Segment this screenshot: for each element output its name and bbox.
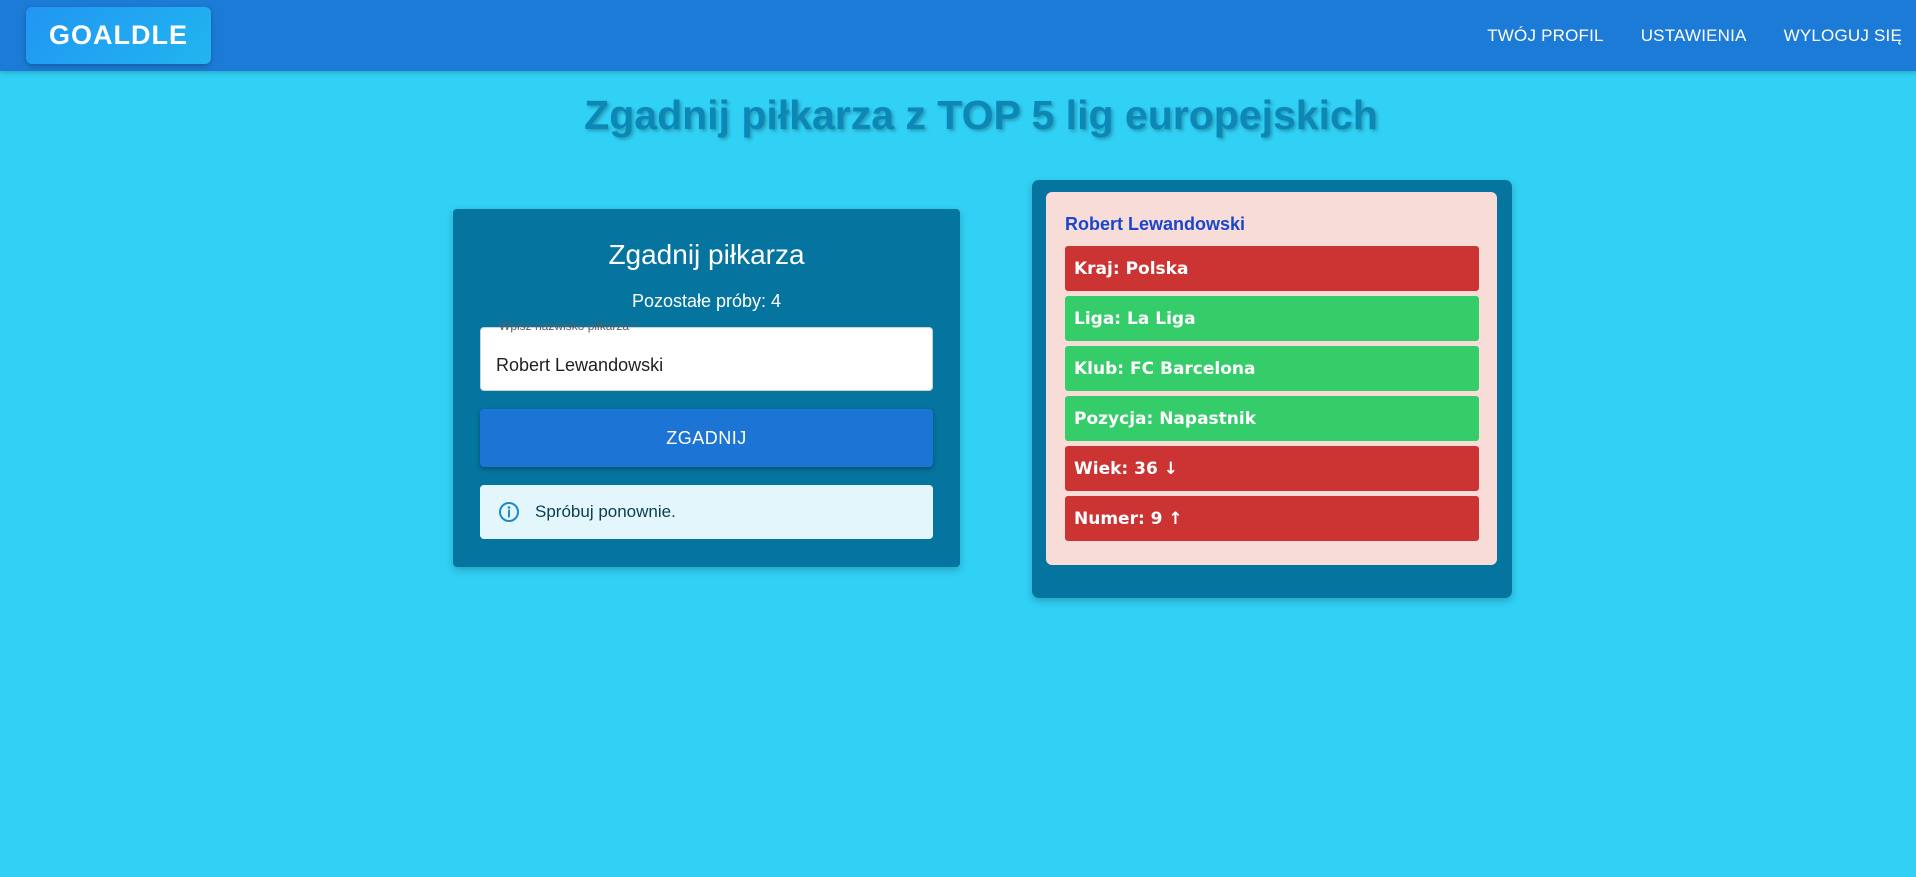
nav-logout-link[interactable]: WYLOGUJ SIĘ bbox=[1784, 26, 1902, 46]
result-panel: Robert Lewandowski Kraj: Polska Liga: La… bbox=[1032, 180, 1512, 598]
nav-settings-link[interactable]: USTAWIENIA bbox=[1641, 26, 1747, 46]
player-name-input[interactable] bbox=[481, 328, 932, 390]
alert-message: Spróbuj ponownie. bbox=[535, 502, 676, 521]
attribute-league: Liga: La Liga bbox=[1065, 296, 1479, 341]
logo-button[interactable]: GOALDLE bbox=[26, 7, 211, 64]
player-name-label: Wpisz nazwisko piłkarza * bbox=[499, 319, 638, 333]
attribute-club: Klub: FC Barcelona bbox=[1065, 346, 1479, 391]
guess-result-card: Robert Lewandowski Kraj: Polska Liga: La… bbox=[1046, 192, 1497, 565]
info-alert: Spróbuj ponownie. bbox=[480, 485, 933, 539]
attribute-country: Kraj: Polska bbox=[1065, 246, 1479, 291]
nav-profile-link[interactable]: TWÓJ PROFIL bbox=[1487, 26, 1603, 46]
attribute-position: Pozycja: Napastnik bbox=[1065, 396, 1479, 441]
guess-card: Zgadnij piłkarza Pozostałe próby: 4 Wpis… bbox=[453, 209, 960, 567]
guessed-player-name: Robert Lewandowski bbox=[1065, 214, 1246, 234]
remaining-attempts: Pozostałe próby: 4 bbox=[631, 291, 782, 311]
attribute-number: Numer: 9 ↑ bbox=[1065, 496, 1479, 541]
top-nav: TWÓJ PROFIL USTAWIENIA WYLOGUJ SIĘ bbox=[1450, 0, 1902, 71]
page-title: Zgadnij piłkarza z TOP 5 lig europejskic… bbox=[584, 92, 1378, 138]
attribute-age: Wiek: 36 ↓ bbox=[1065, 446, 1479, 491]
app-bar: GOALDLE TWÓJ PROFIL USTAWIENIA WYLOGUJ S… bbox=[0, 0, 1916, 71]
guess-card-title: Zgadnij piłkarza bbox=[608, 239, 805, 270]
player-name-field: Wpisz nazwisko piłkarza * bbox=[480, 319, 933, 391]
info-icon bbox=[498, 501, 520, 523]
attribute-list: Kraj: Polska Liga: La Liga Klub: FC Barc… bbox=[1065, 246, 1479, 546]
guess-button[interactable]: ZGADNIJ bbox=[480, 409, 933, 467]
